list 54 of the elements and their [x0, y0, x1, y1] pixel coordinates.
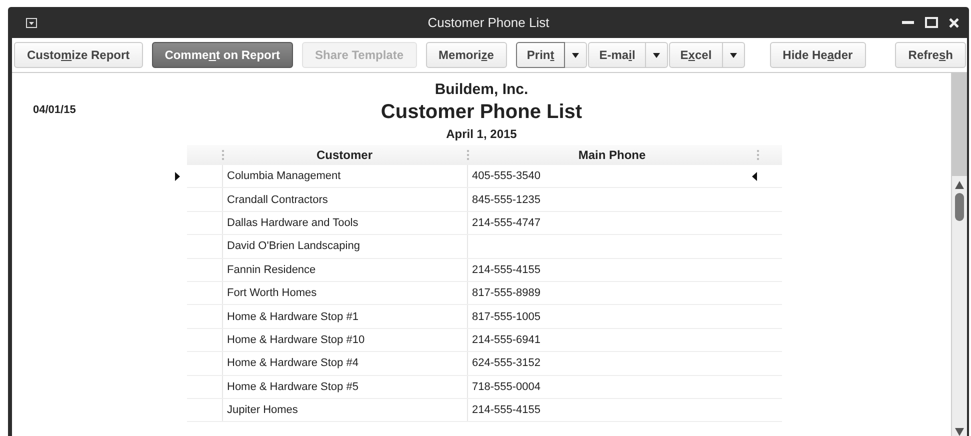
minimize-icon[interactable] [902, 20, 914, 24]
table-cell: Home & Hardware Stop #1 [227, 310, 358, 323]
caret-icon [653, 52, 660, 58]
table-cell: Home & Hardware Stop #4 [227, 357, 358, 370]
table-cell: 845-555-1235 [472, 194, 541, 206]
report-title: Customer Phone List [380, 101, 582, 124]
toolbar-button[interactable]: Refresh [895, 42, 966, 68]
column-header[interactable]: Main Phone [578, 148, 646, 162]
table-cell: Fannin Residence [227, 264, 316, 276]
maximize-icon[interactable] [925, 17, 938, 28]
table-cell: 817-555-8989 [472, 287, 541, 300]
toolbar-button[interactable]: Customize Report [14, 42, 143, 68]
table-cell: 214-555-4155 [472, 404, 541, 416]
scroll-thumb[interactable] [955, 193, 964, 221]
dropdown-button[interactable] [565, 42, 588, 68]
toolbar-button[interactable]: Comment on Report [152, 42, 294, 68]
toolbar-button[interactable]: E-mail [588, 42, 646, 68]
column-resize-handle[interactable] [467, 150, 469, 160]
table-cell: 214-555-6941 [472, 334, 541, 346]
toolbar-button[interactable]: Excel [669, 42, 723, 68]
table-cell: Fort Worth Homes [227, 287, 317, 300]
caret-icon [572, 52, 580, 58]
table-cell: Jupiter Homes [227, 404, 298, 416]
toolbar-button[interactable]: Print [516, 42, 566, 68]
toolbar-button[interactable]: Hide Header [770, 42, 866, 68]
scroll-up-icon[interactable] [955, 181, 964, 189]
scroll-down-icon[interactable] [955, 428, 964, 436]
dropdown-button[interactable] [646, 42, 668, 68]
table-cell: David O'Brien Landscaping [227, 240, 360, 252]
table-cell: 405-555-3540 [472, 170, 541, 182]
table-cell: Crandall Contractors [227, 194, 328, 206]
report-date: 04/01/15 [33, 104, 76, 116]
window-menu-icon[interactable] [26, 18, 37, 28]
table-cell: 624-555-3152 [472, 357, 541, 370]
window-title: Customer Phone List [428, 15, 550, 30]
row-marker-icon [752, 172, 757, 181]
table-cell: 718-555-0004 [472, 380, 541, 393]
caret-icon [730, 52, 737, 58]
close-icon[interactable] [949, 18, 959, 28]
table-cell: 214-555-4155 [472, 264, 541, 276]
column-header[interactable]: Customer [316, 148, 372, 162]
column-resize-handle[interactable] [757, 150, 759, 160]
company-name: Buildem, Inc. [434, 81, 528, 98]
table-cell: Home & Hardware Stop #10 [227, 334, 365, 346]
scrollbar[interactable] [951, 73, 967, 436]
table-cell: 817-555-1005 [472, 310, 541, 323]
table-cell: 214-555-4747 [472, 216, 541, 229]
table-cell: Home & Hardware Stop #5 [227, 380, 358, 393]
report-date-range: April 1, 2015 [446, 127, 517, 141]
table-cell: Columbia Management [227, 170, 341, 182]
column-resize-handle[interactable] [222, 150, 224, 160]
dropdown-button[interactable] [722, 42, 745, 68]
table-cell: Dallas Hardware and Tools [227, 216, 358, 229]
toolbar-button[interactable]: Memorize [426, 42, 507, 68]
